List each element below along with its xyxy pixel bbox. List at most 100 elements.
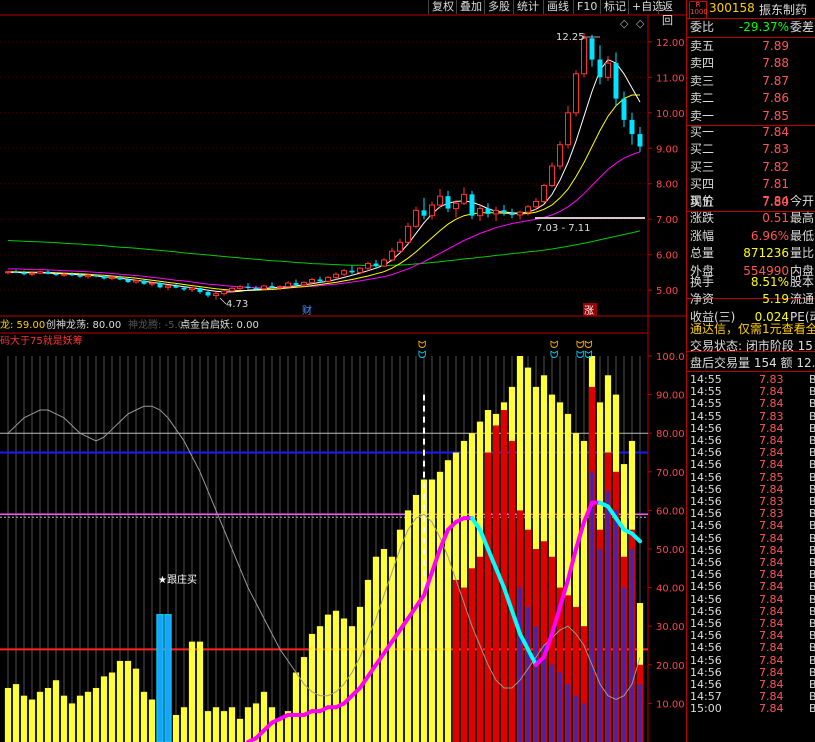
indicator-axis-label: 10.00 <box>656 699 685 710</box>
stat-row: 换手 8.51% 股本 <box>687 274 815 291</box>
red-bar <box>452 579 460 742</box>
svg-text:ᗢ: ᗢ <box>550 350 558 361</box>
stat-label-2: 最高 <box>790 211 815 226</box>
indicator-axis-label: 50.00 <box>656 545 685 556</box>
yellow-bar <box>444 460 452 742</box>
ask-level-price: 7.89 <box>762 39 789 53</box>
blue-bar <box>582 703 586 742</box>
yellow-bar <box>188 641 196 742</box>
yellow-bar <box>372 556 380 742</box>
draw-line-button[interactable]: 画线 <box>543 0 572 14</box>
finance-marker[interactable]: 财 <box>302 304 312 317</box>
yellow-bar <box>140 691 148 742</box>
stat-value: 6.96% <box>750 228 789 243</box>
ask-level-row[interactable]: 卖三 7.87 <box>687 73 815 90</box>
candle <box>573 70 579 117</box>
candle-body <box>605 62 611 78</box>
bid-level-label: 买四 <box>690 177 715 192</box>
yellow-bar <box>236 718 244 742</box>
bid-level-price: 7.84 <box>762 125 789 139</box>
candle-body <box>525 206 531 213</box>
bid-level-price: 7.82 <box>762 159 789 174</box>
yellow-bar <box>20 695 28 742</box>
bid-ratio-value: -29.37% <box>738 20 789 34</box>
candle-body <box>445 196 451 209</box>
low-price-label: 4.73 <box>226 299 248 310</box>
stat-label-2: 量比 <box>790 246 815 261</box>
promo-text[interactable]: 通达信，仅需1元查看全 <box>690 320 815 337</box>
blue-bar <box>590 471 594 742</box>
red-bar <box>468 568 476 742</box>
multi-stock-button[interactable]: 多股 <box>484 0 513 14</box>
candle-body <box>469 194 475 216</box>
back-button[interactable]: 返回 <box>658 0 686 27</box>
bid-level-label: 买一 <box>690 125 715 139</box>
candle-body <box>557 144 563 167</box>
candle-body <box>277 286 283 289</box>
ask-level-label: 卖一 <box>690 108 715 123</box>
yellow-bar <box>332 610 340 742</box>
candle-body <box>621 98 627 120</box>
yellow-bar <box>148 699 156 742</box>
ask-level-row[interactable]: 卖一 7.85 <box>687 108 815 125</box>
bid-level-row[interactable]: 买一 7.84 <box>687 124 815 141</box>
after-hours-volume: 盘后交易量 154 额 12. <box>690 356 815 370</box>
yellow-bar <box>108 672 116 742</box>
tick-side: B <box>809 702 815 716</box>
ask-level-label: 卖二 <box>690 91 715 106</box>
candle-body <box>101 276 107 279</box>
indicator-note: 码大于75就是妖筹 <box>0 334 83 347</box>
candle-body <box>173 285 179 288</box>
blue-bar <box>598 549 602 742</box>
yellow-bar <box>60 695 68 742</box>
bid-level-row[interactable]: 买四 7.81 <box>687 176 815 193</box>
yellow-bar <box>276 718 284 742</box>
blue-bar <box>574 695 578 742</box>
yellow-bar <box>28 699 36 742</box>
candle-body <box>213 293 219 296</box>
bid-level-row[interactable]: 买二 7.83 <box>687 141 815 158</box>
candle-body <box>477 208 483 217</box>
signal-bar <box>156 614 164 742</box>
candle <box>325 275 331 283</box>
chart-close-icon[interactable]: ◇ <box>636 17 645 30</box>
candle-body <box>21 272 27 275</box>
chart-options-icon[interactable]: ◇ <box>620 17 629 30</box>
blue-bar <box>550 664 554 742</box>
bid-level-label: 买二 <box>690 142 715 157</box>
blue-bar <box>534 626 538 742</box>
price-axis-label: 8.00 <box>656 180 678 191</box>
red-bar <box>508 440 516 742</box>
mark-button[interactable]: 标记 <box>600 0 629 14</box>
indicator-axis-label: 20.00 <box>656 661 685 672</box>
stat-row: 现价 7.84 今开 <box>687 193 815 210</box>
candle-body <box>61 273 67 276</box>
price-axis-label: 12.00 <box>656 38 685 49</box>
candle-body <box>29 272 35 275</box>
restore-rights-button[interactable]: 复权 <box>428 0 457 14</box>
statistics-button[interactable]: 统计 <box>513 0 542 14</box>
stat-label: 现价 <box>690 194 715 208</box>
ask-level-price: 7.85 <box>762 108 789 123</box>
trade-status: 交易状态: 闭市阶段 15 <box>690 339 813 353</box>
candle-body <box>189 287 195 290</box>
ask-level-row[interactable]: 卖四 7.88 <box>687 55 815 72</box>
stat-value: 0.51 <box>762 211 789 226</box>
ask-level-row[interactable]: 卖二 7.86 <box>687 90 815 107</box>
candle-body <box>165 285 171 288</box>
overlay-button[interactable]: 叠加 <box>456 0 485 14</box>
f10-button[interactable]: F10 <box>573 0 600 14</box>
yellow-bar <box>12 684 20 742</box>
ask-level-row[interactable]: 卖五 7.89 <box>687 38 815 55</box>
candle-body <box>237 286 243 289</box>
bid-level-row[interactable]: 买三 7.82 <box>687 159 815 176</box>
chart-area[interactable]: 12.00 11.00 10.00 9.00 8.00 7.00 6.00 5.00 100.… <box>0 0 686 742</box>
tick-price: 7.84 <box>759 702 784 716</box>
tick-time: 15:00 <box>690 702 722 716</box>
limit-up-marker[interactable]: 涨 <box>584 305 594 317</box>
candle-body <box>141 280 147 284</box>
candle-body <box>269 285 275 288</box>
yellow-bar <box>404 510 412 742</box>
ask-level-label: 卖四 <box>690 56 715 71</box>
yellow-bar <box>436 471 444 742</box>
